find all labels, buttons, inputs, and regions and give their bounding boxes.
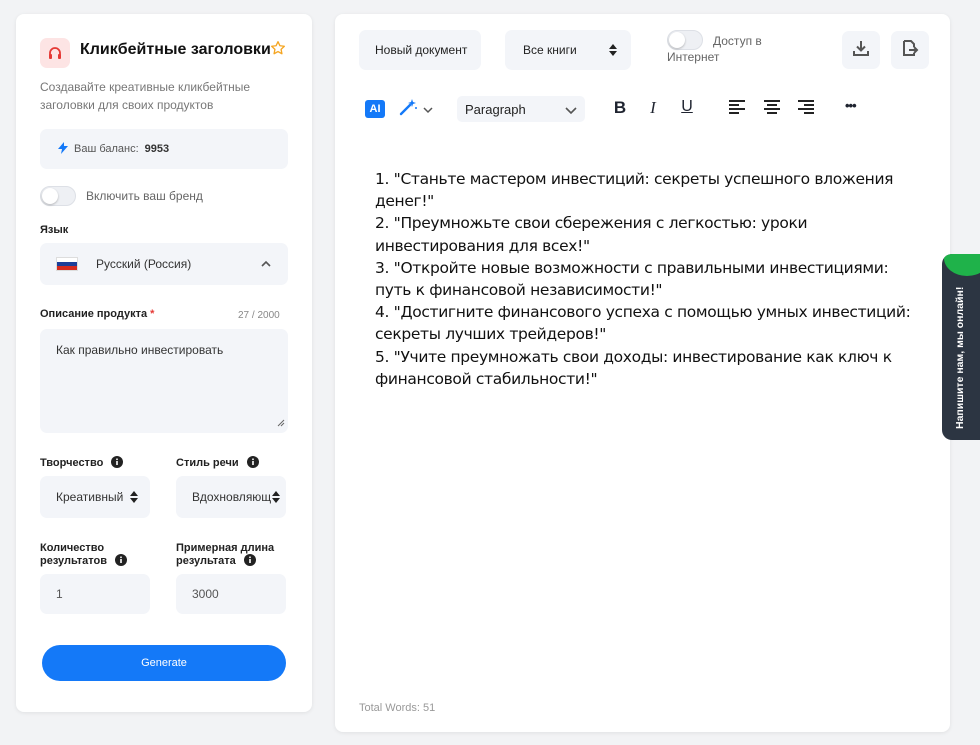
balance-value: 9953 (144, 143, 170, 155)
description-textarea[interactable]: Как правильно инвестировать (40, 329, 288, 433)
tone-value: Вдохновляющ (192, 490, 272, 504)
sort-arrows-icon (609, 43, 617, 60)
resize-handle-icon[interactable] (277, 416, 285, 430)
editor-content[interactable]: 1. "Станьте мастером инвестиций: секреты… (375, 168, 915, 390)
generate-button[interactable]: Generate (42, 645, 286, 681)
page-subtitle: Создавайте креативные кликбейтные заголо… (40, 80, 251, 112)
align-right-button[interactable] (797, 100, 815, 119)
description-counter: 27 / 2000 (238, 310, 280, 321)
editor-line: 3. "Откройте новые возможности с правиль… (375, 258, 889, 300)
russia-flag-icon (56, 257, 78, 271)
paragraph-style-value: Paragraph (465, 101, 526, 117)
books-value: Все книги (523, 43, 577, 57)
balance-box: Ваш баланс: 9953 (40, 129, 288, 169)
tone-label: Стиль речи (176, 456, 259, 471)
star-icon[interactable] (270, 40, 286, 61)
required-mark: * (150, 308, 155, 320)
chevron-down-icon (423, 101, 433, 119)
length-input[interactable]: 3000 (176, 574, 286, 614)
download-button[interactable] (842, 31, 880, 69)
web-access-label: Доступ в Интернет (667, 34, 762, 64)
align-left-icon (728, 100, 746, 119)
page-title: Кликбейтные заголовки (80, 41, 271, 58)
ai-button[interactable]: AI (365, 100, 385, 118)
left-panel: Кликбейтные заголовки Создавайте креатив… (16, 14, 312, 712)
results-count-input[interactable]: 1 (40, 574, 150, 614)
chevron-down-icon (565, 103, 577, 118)
editor-line: 2. "Преумножьте свои сбережения с легкос… (375, 214, 808, 255)
headphones-icon (40, 38, 70, 68)
info-icon[interactable] (243, 554, 256, 569)
save-document-button[interactable] (891, 31, 929, 69)
brand-toggle[interactable] (40, 186, 76, 206)
underline-button[interactable]: U (678, 98, 696, 116)
editor-line: 5. "Учите преумножать свои доходы: инвес… (375, 347, 892, 388)
editor-panel: Новый документ Все книги Доступ в Интерн… (335, 14, 950, 732)
tone-select[interactable]: Вдохновляющ (176, 476, 286, 518)
sort-arrows-icon (272, 490, 280, 507)
language-label: Язык (40, 224, 69, 236)
chevron-up-icon (260, 257, 272, 271)
file-export-icon (901, 39, 919, 62)
magic-wand-icon (399, 98, 419, 121)
info-icon[interactable] (111, 456, 124, 471)
creativity-label: Творчество (40, 456, 124, 471)
results-label: Количество результатов (40, 542, 128, 569)
brand-toggle-label: Включить ваш бренд (86, 189, 203, 203)
creativity-select[interactable]: Креативный (40, 476, 150, 518)
download-icon (852, 39, 870, 62)
length-label: Примерная длина результата (176, 542, 275, 569)
word-count: Total Words: 51 (359, 702, 436, 714)
align-center-icon (763, 100, 781, 119)
align-left-button[interactable] (728, 100, 746, 119)
language-select[interactable]: Русский (Россия) (40, 243, 288, 285)
paragraph-style-select[interactable]: Paragraph (457, 96, 585, 122)
chat-widget-tab[interactable]: Напишите нам, мы онлайн! (942, 254, 980, 440)
chat-widget-label: Напишите нам, мы онлайн! (954, 286, 966, 430)
chat-online-indicator (944, 254, 980, 276)
editor-line: 4. "Достигните финансового успеха с помо… (375, 303, 911, 344)
language-value: Русский (Россия) (96, 257, 192, 271)
books-select[interactable]: Все книги (505, 30, 631, 70)
creativity-value: Креативный (56, 490, 124, 504)
description-value: Как правильно инвестировать (56, 343, 224, 357)
balance-label: Ваш баланс: (74, 143, 139, 155)
align-right-icon (797, 100, 815, 119)
italic-button[interactable]: I (645, 98, 661, 118)
more-options-button[interactable]: ••• (845, 98, 857, 113)
info-icon[interactable] (115, 554, 128, 569)
align-center-button[interactable] (763, 100, 781, 119)
info-icon[interactable] (246, 456, 259, 471)
lightning-icon (58, 141, 68, 157)
magic-wand-button[interactable] (399, 98, 433, 121)
sort-arrows-icon (130, 490, 138, 507)
description-label: Описание продукта * (40, 308, 155, 320)
editor-line: 1. "Станьте мастером инвестиций: секреты… (375, 170, 894, 211)
bold-button[interactable]: B (611, 98, 629, 118)
new-document-button[interactable]: Новый документ (359, 30, 481, 70)
